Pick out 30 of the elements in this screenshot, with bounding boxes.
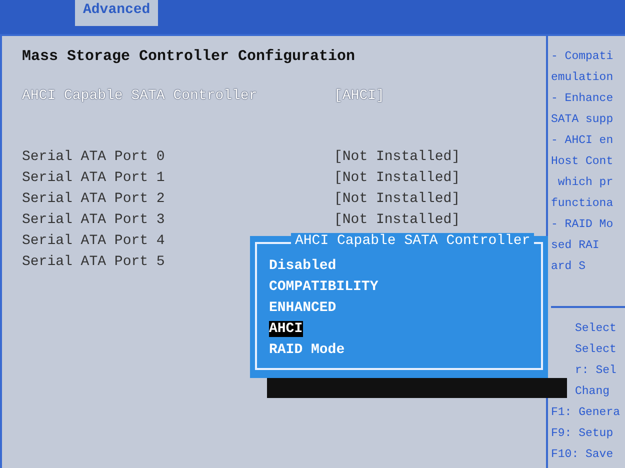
port-value: [Not Installed] <box>334 170 460 186</box>
help-text: - Compati <box>551 49 614 65</box>
key-help-text: r: Sel <box>575 363 618 379</box>
port-label[interactable]: Serial ATA Port 2 <box>22 190 334 206</box>
help-text: ard S <box>551 259 587 275</box>
port-label[interactable]: Serial ATA Port 3 <box>22 212 334 228</box>
help-text: - AHCI en <box>551 133 614 149</box>
popup-title: AHCI Capable SATA Controller <box>291 233 534 249</box>
menu-tab[interactable]: Advanced <box>75 0 158 26</box>
help-text: sed RAI <box>551 238 600 254</box>
key-help-text: F10: Save <box>551 447 614 463</box>
help-text: SATA supp <box>551 112 614 128</box>
key-help-text: Select <box>575 321 618 337</box>
popup-option[interactable]: AHCI <box>269 321 303 337</box>
section-title: Mass Storage Controller Configuration <box>22 48 356 65</box>
help-text: emulation <box>551 70 614 86</box>
port-value: [Not Installed] <box>334 190 460 206</box>
port-value: [Not Installed] <box>334 212 460 228</box>
port-value: [Not Installed] <box>334 148 460 164</box>
help-text: - Enhance <box>551 91 614 107</box>
key-help-text: F9: Setup <box>551 426 614 442</box>
key-help-text: Select <box>575 342 618 358</box>
help-text: functiona <box>551 196 614 212</box>
key-help-text: Chang <box>575 384 611 400</box>
port-label[interactable]: Serial ATA Port 0 <box>22 148 334 164</box>
port-label[interactable]: Serial ATA Port 1 <box>22 170 334 186</box>
key-help-text: F1: Genera <box>551 405 622 421</box>
help-text: - RAID Mo <box>551 217 614 233</box>
help-text: which pr <box>556 175 614 191</box>
help-text: Host Cont <box>551 154 614 170</box>
